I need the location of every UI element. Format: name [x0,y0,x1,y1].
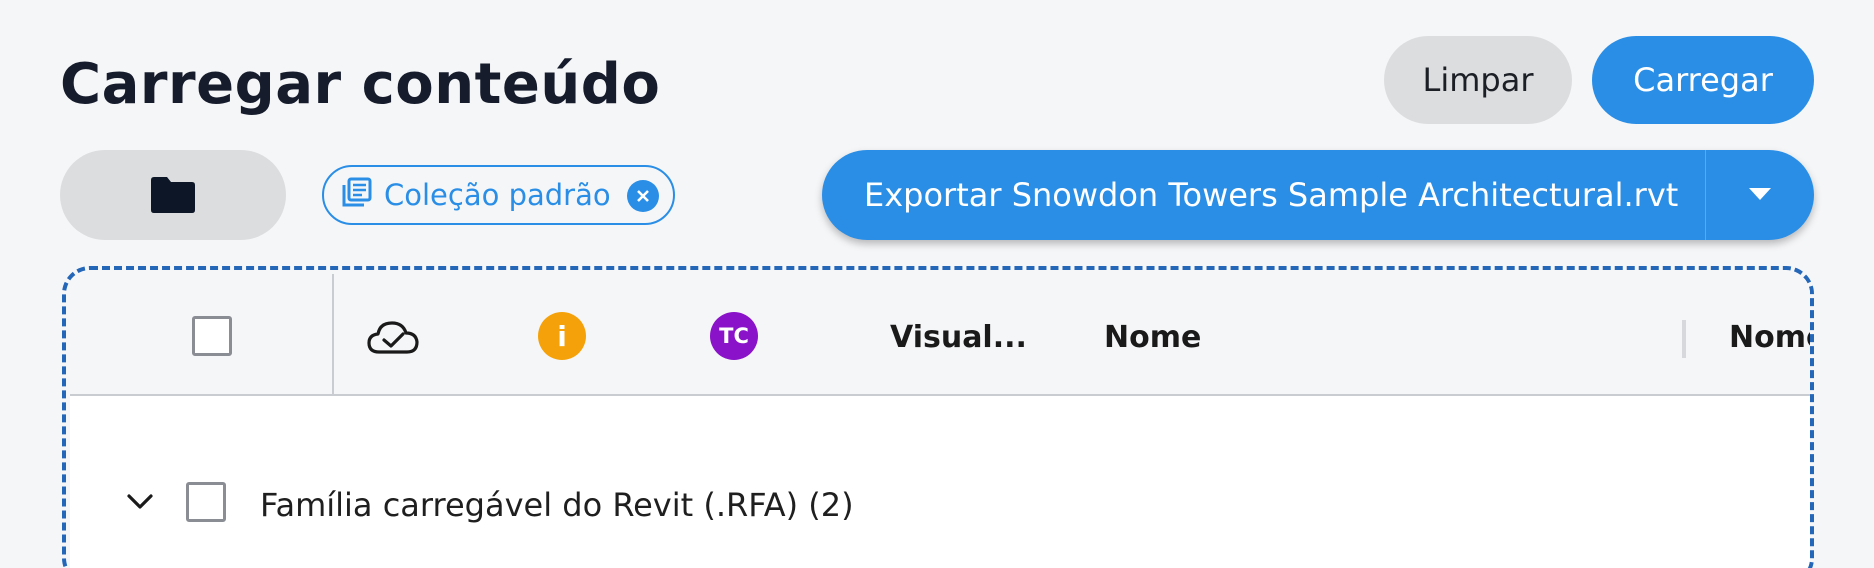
folder-icon [149,174,197,217]
collection-chip-label: Coleção padrão [384,178,611,212]
cloud-check-icon[interactable] [366,318,420,362]
select-all-checkbox[interactable] [192,316,232,356]
collection-chip: Coleção padrão [322,165,675,225]
folder-button[interactable] [60,150,286,240]
header-separator [332,274,334,396]
grid-header: i TC Visual... Nome Nome [70,274,1810,396]
column-resize-handle[interactable] [1682,320,1686,358]
content-grid: i TC Visual... Nome Nome Família carregá… [70,274,1810,568]
group-checkbox[interactable] [186,482,226,522]
export-dropdown-button[interactable] [1706,150,1814,240]
caret-down-icon [1748,186,1772,205]
group-label: Família carregável do Revit (.RFA) (2) [260,486,854,524]
close-circle-icon[interactable] [627,180,659,212]
export-split-button: Exportar Snowdon Towers Sample Architect… [822,150,1814,240]
page-title: Carregar conteúdo [60,52,661,117]
column-header-name-2[interactable]: Nome [1729,320,1810,355]
export-button[interactable]: Exportar Snowdon Towers Sample Architect… [822,150,1705,240]
load-button[interactable]: Carregar [1592,36,1814,124]
chevron-down-icon[interactable] [120,482,160,522]
info-badge[interactable]: i [538,312,586,360]
column-header-visual[interactable]: Visual... [890,320,1027,355]
library-icon [342,177,372,214]
column-header-name[interactable]: Nome [1104,320,1201,355]
clear-button[interactable]: Limpar [1384,36,1572,124]
upload-dropzone[interactable]: i TC Visual... Nome Nome Família carregá… [62,266,1814,568]
tc-badge[interactable]: TC [710,312,758,360]
